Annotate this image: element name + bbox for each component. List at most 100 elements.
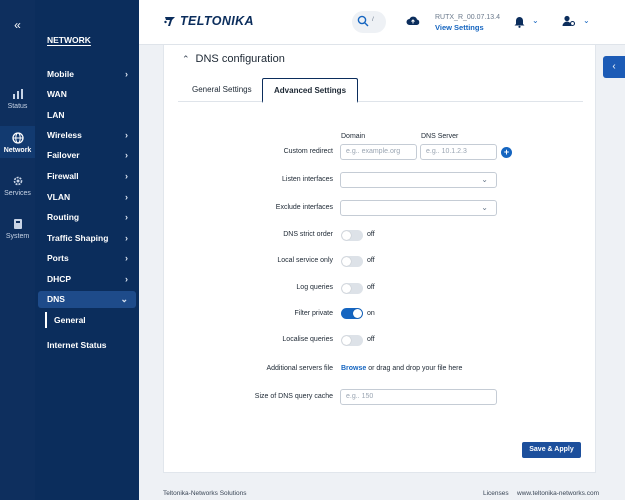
rail-item-system[interactable]: System [0,218,35,240]
network-menu: NETWORK Mobile › WAN LAN Wireless › Failov… [35,0,139,500]
nav-item-internet-status[interactable]: Internet Status [38,337,136,354]
tab-advanced-settings[interactable]: Advanced Settings [262,78,359,103]
nav-item-failover[interactable]: Failover › [38,147,136,164]
rail-item-label: Network [3,147,32,154]
dns-cache-size-label: Size of DNS query cache [254,393,333,400]
section-title[interactable]: ⌃ DNS configuration [182,53,285,65]
local-service-only-toggle[interactable] [341,256,363,267]
chevron-right-icon: › [125,212,128,222]
nav-item-label: LAN [47,110,65,120]
side-panel-toggle[interactable]: ‹ [603,56,625,78]
chevron-up-icon: ⌃ [182,54,190,64]
column-header-dns-server: DNS Server [421,133,459,140]
user-settings-icon[interactable] [562,15,575,27]
exclude-interfaces-select[interactable]: ⌄ [340,200,497,216]
footer: Teltonika-Networks Solutions Licenses ww… [139,486,625,500]
website-link[interactable]: www.teltonika-networks.com [517,490,599,497]
additional-servers-label: Additional servers file [266,365,333,372]
rail-item-status[interactable]: Status [0,88,35,110]
listen-interfaces-label: Listen interfaces [282,176,333,183]
nav-item-lan[interactable]: LAN [38,107,136,124]
settings-tabs: General Settings Advanced Settings [178,78,583,103]
rail-item-label: System [5,233,30,240]
file-upload-area[interactable]: Browse or drag and drop your file here [341,365,462,372]
status-icon [12,89,23,99]
nav-item-routing[interactable]: Routing › [38,209,136,226]
nav-item-mobile[interactable]: Mobile › [38,66,136,83]
firmware-version: RUTX_R_00.07.13.4 [435,14,500,21]
nav-item-label: VLAN [47,192,71,202]
chevron-right-icon: › [125,130,128,140]
nav-item-dhcp[interactable]: DHCP › [38,271,136,288]
dns-cache-size-input[interactable]: e.g.. 150 [340,389,497,405]
log-queries-toggle[interactable] [341,283,363,294]
cloud-upload-icon[interactable] [406,15,420,26]
chevron-right-icon: › [125,69,128,79]
chevron-down-icon: ⌄ [120,294,128,304]
drop-hint: or drag and drop your file here [366,365,463,372]
nav-item-label: Failover [47,150,80,160]
toggle-state-text: off [367,257,375,264]
local-service-only-label: Local service only [277,257,333,264]
rail-item-network[interactable]: Network [0,126,35,158]
chevron-left-icon: ‹ [612,61,616,72]
chevron-right-icon: › [125,233,128,243]
rail-item-services[interactable]: Services [0,175,35,197]
exclude-interfaces-label: Exclude interfaces [275,204,333,211]
nav-item-label: Ports [47,253,69,263]
nav-item-vlan[interactable]: VLAN › [38,189,136,206]
nav-item-dns[interactable]: DNS ⌄ [38,291,136,308]
save-apply-button[interactable]: Save & Apply [522,442,581,458]
footer-company: Teltonika-Networks Solutions [163,490,247,497]
custom-redirect-domain-input[interactable]: e.g.. example.org [340,144,417,160]
teltonika-logo-icon [164,17,175,26]
nav-item-label: Mobile [47,69,74,79]
search-button[interactable]: / [352,11,386,33]
filter-private-toggle[interactable] [341,308,363,319]
chevron-down-icon: ⌄ [481,203,488,212]
top-header: TELTONIKA / RUTX_R_00.07.13.4 View Setti… [139,0,625,45]
nav-item-ports[interactable]: Ports › [38,250,136,267]
nav-subitem-general[interactable]: General [45,312,86,328]
nav-item-label: Traffic Shaping [47,233,109,243]
icon-rail: « Status Network Services System [0,0,35,500]
localise-queries-toggle[interactable] [341,335,363,346]
nav-item-traffic-shaping[interactable]: Traffic Shaping › [38,230,136,247]
licenses-link[interactable]: Licenses [483,490,509,497]
globe-icon [11,132,24,144]
dns-strict-order-toggle[interactable] [341,230,363,241]
browse-link[interactable]: Browse [341,365,366,372]
dns-strict-order-label: DNS strict order [283,231,333,238]
custom-redirect-label: Custom redirect [283,148,333,155]
nav-item-wireless[interactable]: Wireless › [38,127,136,144]
section-title-text: DNS configuration [195,53,285,65]
nav-item-label: DHCP [47,274,72,284]
rail-item-label: Services [4,190,31,197]
nav-item-wan[interactable]: WAN [38,86,136,103]
nav-item-label: WAN [47,89,67,99]
logo-text: TELTONIKA [180,14,254,28]
toggle-state-text: off [367,231,375,238]
view-settings-link[interactable]: View Settings [435,23,500,32]
tab-general-settings[interactable]: General Settings [180,78,264,102]
teltonika-logo[interactable]: TELTONIKA [163,14,254,28]
chevron-right-icon: › [125,171,128,181]
collapse-menu-icon[interactable]: « [0,18,35,32]
nav-item-firewall[interactable]: Firewall › [38,168,136,185]
system-icon [13,219,22,229]
network-menu-title: NETWORK [47,35,91,45]
chevron-down-icon[interactable]: ⌄ [583,16,590,25]
add-redirect-button[interactable]: + [501,147,512,158]
chevron-down-icon[interactable]: ⌄ [532,16,539,25]
custom-redirect-server-input[interactable]: e.g.. 10.1.2.3 [420,144,497,160]
toggle-state-text: off [367,336,375,343]
filter-private-label: Filter private [294,310,333,317]
dns-configuration-card: ⌃ DNS configuration General Settings Adva… [163,45,596,473]
rail-item-label: Status [7,103,28,110]
bell-icon[interactable] [514,16,525,28]
listen-interfaces-select[interactable]: ⌄ [340,172,497,188]
chevron-right-icon: › [125,192,128,202]
localise-queries-label: Localise queries [282,336,333,343]
nav-item-label: Firewall [47,171,79,181]
chevron-right-icon: › [125,253,128,263]
